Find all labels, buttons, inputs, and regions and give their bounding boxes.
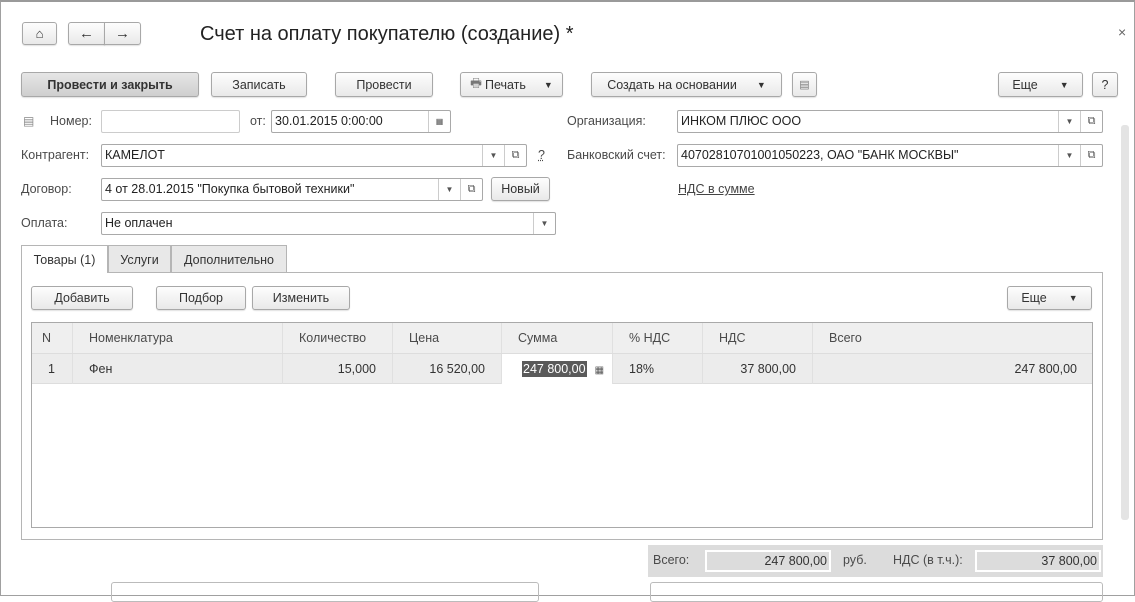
arrow-left-icon: ← — [79, 25, 94, 42]
create-based-label: Создать на основании — [607, 77, 737, 92]
dropdown-icon[interactable]: ▼ — [533, 213, 555, 234]
date-label: от: — [250, 114, 266, 128]
payment-select[interactable]: Не оплачен ▼ — [101, 212, 556, 235]
home-icon: ⌂ — [35, 26, 44, 41]
calendar-icon[interactable]: ▦ — [428, 111, 450, 132]
col-vat-rate[interactable]: % НДС — [613, 323, 703, 353]
pick-button[interactable]: Подбор — [156, 286, 246, 310]
chevron-down-icon: ▼ — [1059, 79, 1069, 90]
cell-quantity[interactable]: 15,000 — [283, 354, 393, 384]
number-input[interactable] — [101, 110, 240, 133]
col-price[interactable]: Цена — [393, 323, 502, 353]
arrow-right-icon: → — [115, 25, 130, 42]
open-icon[interactable]: ⧉ — [1080, 145, 1102, 166]
calculator-icon[interactable]: ▦ — [595, 365, 604, 376]
col-n[interactable]: N — [32, 323, 73, 353]
cell-n[interactable]: 1 — [32, 354, 73, 384]
date-value: 30.01.2015 0:00:00 — [275, 114, 383, 128]
page-title: Счет на оплату покупателю (создание) * — [200, 23, 574, 45]
close-button[interactable]: × — [1118, 24, 1126, 40]
contractor-help[interactable]: ? — [538, 144, 545, 167]
report-button[interactable]: ▤ — [792, 72, 817, 97]
print-button[interactable]: 🖶 Печать ▼ — [460, 72, 563, 97]
dropdown-icon[interactable]: ▼ — [1058, 111, 1080, 132]
open-icon[interactable]: ⧉ — [1080, 111, 1102, 132]
organization-label: Организация: — [567, 114, 646, 128]
create-based-on-button[interactable]: Создать на основании ▼ — [591, 72, 782, 97]
contract-input[interactable]: 4 от 28.01.2015 "Покупка бытовой техники… — [101, 178, 483, 201]
new-contract-button[interactable]: Новый — [491, 177, 550, 201]
edit-button[interactable]: Изменить — [252, 286, 350, 310]
scrollbar[interactable] — [1121, 125, 1129, 520]
vat-total-value: 37 800,00 — [975, 550, 1101, 572]
goods-table: N Номенклатура Количество Цена Сумма % Н… — [31, 322, 1093, 528]
chevron-down-icon: ▼ — [543, 79, 553, 90]
total-value: 247 800,00 — [705, 550, 831, 572]
col-quantity[interactable]: Количество — [283, 323, 393, 353]
date-input[interactable]: 30.01.2015 0:00:00 ▦ — [271, 110, 451, 133]
cell-nomenclature[interactable]: Фен — [73, 354, 283, 384]
list-icon: ▤ — [23, 114, 35, 128]
document-list-icon: ▤ — [799, 79, 810, 91]
contractor-value: КАМЕЛОТ — [105, 148, 165, 162]
open-icon[interactable]: ⧉ — [460, 179, 482, 200]
comment-input[interactable] — [111, 582, 539, 602]
col-nomenclature[interactable]: Номенклатура — [73, 323, 283, 353]
contractor-label: Контрагент: — [21, 148, 90, 162]
totals-panel: Всего: 247 800,00 руб. НДС (в т.ч.): 37 … — [648, 545, 1103, 577]
contractor-input[interactable]: КАМЕЛОТ ▼ ⧉ — [101, 144, 527, 167]
post-button[interactable]: Провести — [335, 72, 433, 97]
open-icon[interactable]: ⧉ — [504, 145, 526, 166]
print-label: Печать — [484, 77, 526, 92]
back-button[interactable]: ← — [68, 22, 105, 45]
cell-sum-editor[interactable]: 247 800,00 ▦ — [502, 354, 613, 384]
post-and-close-button[interactable]: Провести и закрыть — [21, 72, 199, 97]
tab-goods[interactable]: Товары (1) — [21, 245, 108, 273]
tab-additional[interactable]: Дополнительно — [171, 245, 287, 273]
bank-account-label: Банковский счет: — [567, 148, 666, 162]
chevron-down-icon: ▼ — [1068, 293, 1078, 303]
chevron-down-icon: ▼ — [756, 79, 766, 90]
sum-input[interactable]: 247 800,00 — [522, 361, 587, 377]
table-more-button[interactable]: Еще ▼ — [1007, 286, 1092, 310]
vat-in-amount-link[interactable]: НДС в сумме — [678, 178, 755, 201]
help-button[interactable]: ? — [1092, 72, 1118, 97]
organization-input[interactable]: ИНКОМ ПЛЮС ООО ▼ ⧉ — [677, 110, 1103, 133]
printer-icon: 🖶 — [470, 76, 482, 90]
tab-services[interactable]: Услуги — [108, 245, 171, 273]
cell-price[interactable]: 16 520,00 — [393, 354, 502, 384]
currency-label: руб. — [843, 553, 867, 567]
cell-vat[interactable]: 37 800,00 — [703, 354, 813, 384]
number-label: Номер: — [50, 114, 92, 128]
more-label: Еще — [1021, 291, 1047, 305]
col-sum[interactable]: Сумма — [502, 323, 613, 353]
more-button[interactable]: Еще ▼ — [998, 72, 1083, 97]
home-button[interactable]: ⌂ — [22, 22, 57, 45]
responsible-input[interactable] — [650, 582, 1103, 602]
bank-account-input[interactable]: 40702810701001050223, ОАО "БАНК МОСКВЫ" ▼… — [677, 144, 1103, 167]
cell-total[interactable]: 247 800,00 — [813, 354, 1092, 384]
total-label: Всего: — [653, 553, 690, 567]
add-button[interactable]: Добавить — [31, 286, 133, 310]
payment-label: Оплата: — [21, 216, 68, 230]
vat-total-label: НДС (в т.ч.): — [893, 553, 963, 567]
cell-vat-rate[interactable]: 18% — [613, 354, 703, 384]
organization-value: ИНКОМ ПЛЮС ООО — [681, 114, 802, 128]
contract-label: Договор: — [21, 182, 72, 196]
dropdown-icon[interactable]: ▼ — [1058, 145, 1080, 166]
col-total[interactable]: Всего — [813, 323, 1092, 353]
contract-value: 4 от 28.01.2015 "Покупка бытовой техники… — [105, 182, 355, 196]
dropdown-icon[interactable]: ▼ — [482, 145, 504, 166]
forward-button[interactable]: → — [104, 22, 141, 45]
dropdown-icon[interactable]: ▼ — [438, 179, 460, 200]
table-header: N Номенклатура Количество Цена Сумма % Н… — [32, 323, 1092, 354]
payment-value: Не оплачен — [105, 216, 173, 230]
save-button[interactable]: Записать — [211, 72, 307, 97]
bank-account-value: 40702810701001050223, ОАО "БАНК МОСКВЫ" — [681, 148, 959, 162]
more-label: Еще — [1012, 77, 1038, 92]
col-vat[interactable]: НДС — [703, 323, 813, 353]
